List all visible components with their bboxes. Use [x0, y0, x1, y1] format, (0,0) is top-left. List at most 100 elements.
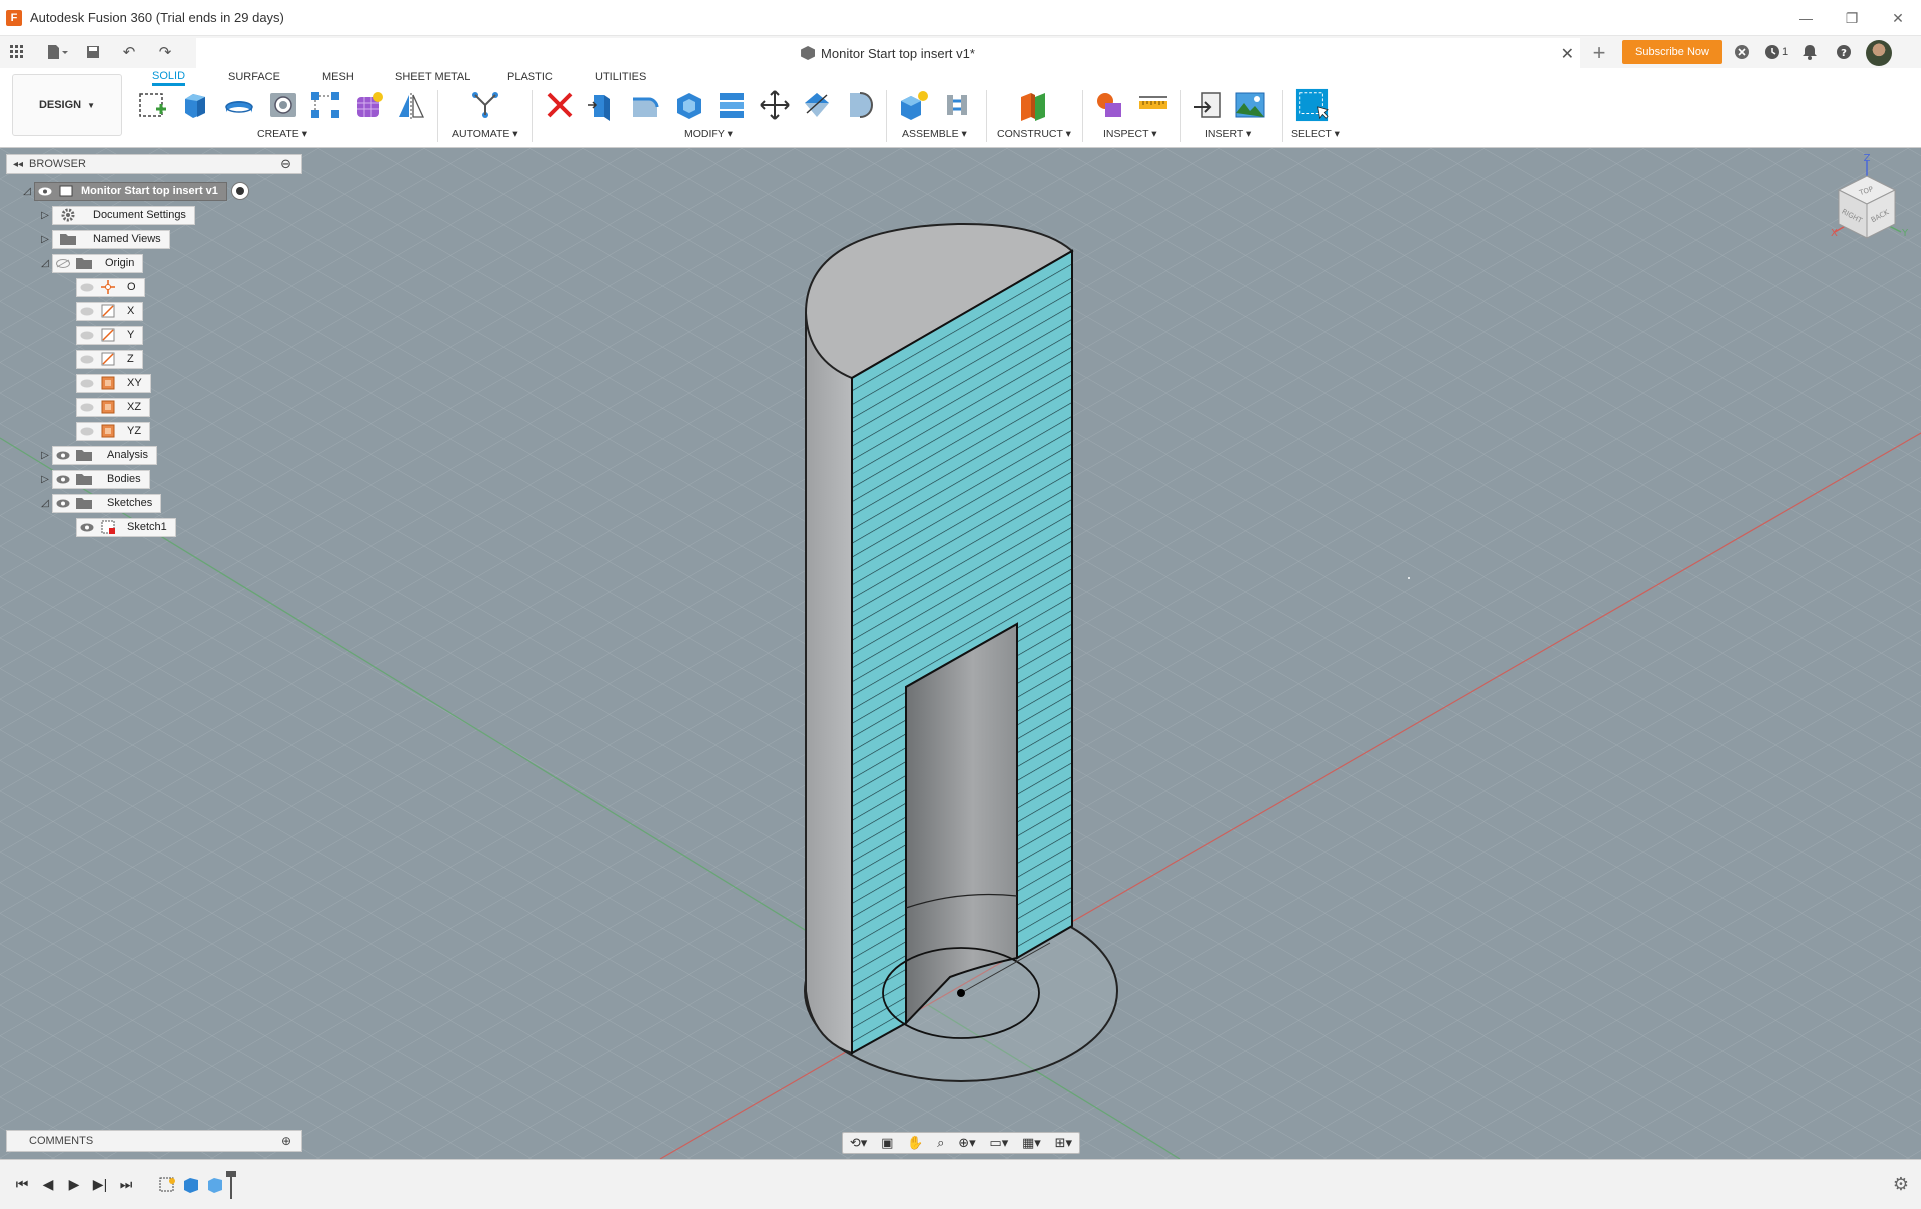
step-forward-icon[interactable]: ▶| [88, 1173, 112, 1197]
browser-item-sketches[interactable]: ◿ Sketches [38, 493, 162, 513]
tree-node[interactable]: O [76, 277, 145, 297]
timeline-extrude-icon[interactable] [180, 1174, 202, 1196]
eye-hidden-icon[interactable] [77, 427, 97, 436]
mirror-icon[interactable] [394, 88, 428, 122]
browser-item-z-axis[interactable]: Z [76, 349, 143, 369]
eye-hidden-icon[interactable] [77, 355, 97, 364]
expand-toggle-icon[interactable]: ▷ [38, 472, 52, 486]
close-tab-icon[interactable]: ✕ [1561, 44, 1574, 64]
browser-item-analysis[interactable]: ▷ Analysis [38, 445, 157, 465]
expand-toggle-icon[interactable]: ▷ [38, 232, 52, 246]
create-form-icon[interactable] [352, 88, 386, 122]
shell-icon[interactable] [672, 88, 706, 122]
eye-hidden-icon[interactable] [77, 379, 97, 388]
canvas-icon[interactable] [1233, 88, 1267, 122]
construct-group-label[interactable]: CONSTRUCT ▾ [997, 128, 1071, 140]
browser-item-origin[interactable]: ◿ Origin [38, 253, 144, 273]
eye-hidden-icon[interactable] [77, 403, 97, 412]
tab-solid[interactable]: SOLID [152, 68, 186, 86]
add-comment-icon[interactable]: ⊕ [281, 1134, 291, 1148]
origin-point[interactable] [957, 989, 965, 997]
joint-icon[interactable] [940, 88, 974, 122]
extrude-icon[interactable] [178, 88, 212, 122]
viewports-icon[interactable]: ⊞▾ [1055, 1135, 1072, 1151]
select-group-label[interactable]: SELECT ▾ [1291, 128, 1340, 140]
display-settings-icon[interactable]: ▭▾ [989, 1135, 1008, 1151]
tab-plastic[interactable]: PLASTIC [507, 68, 553, 86]
modify-group-label[interactable]: MODIFY ▾ [684, 128, 733, 140]
interference-icon[interactable] [1092, 88, 1126, 122]
go-to-start-icon[interactable]: ⏮ [10, 1173, 34, 1197]
eye-icon[interactable] [53, 451, 73, 460]
viewcube[interactable]: Z X Y TOP RIGHT BACK [1805, 150, 1915, 260]
expand-toggle-icon[interactable]: ▷ [38, 208, 52, 222]
document-tab[interactable]: Monitor Start top insert v1* ✕ [196, 38, 1580, 68]
automate-group-label[interactable]: AUTOMATE ▾ [452, 128, 518, 140]
look-at-icon[interactable]: ▣ [881, 1135, 893, 1151]
tree-node[interactable]: YZ [76, 421, 151, 441]
extensions-icon[interactable] [1730, 40, 1754, 64]
timeline-settings-gear-icon[interactable]: ⚙ [1893, 1174, 1909, 1195]
browser-item-x-axis[interactable]: X [76, 301, 144, 321]
notifications-icon[interactable] [1798, 40, 1822, 64]
create-sketch-icon[interactable] [136, 88, 170, 122]
eye-hidden-icon[interactable] [77, 283, 97, 292]
fillet-icon[interactable] [628, 88, 662, 122]
orbit-icon[interactable]: ⟲▾ [850, 1135, 867, 1151]
combine-icon[interactable] [715, 88, 749, 122]
split-face-icon[interactable] [800, 88, 834, 122]
play-icon[interactable]: ▶ [62, 1173, 86, 1197]
3d-viewport[interactable] [0, 148, 1921, 1159]
tree-node[interactable]: XY [76, 373, 151, 393]
expand-toggle-icon[interactable]: ◿ [38, 256, 52, 270]
offset-plane-icon[interactable] [1016, 88, 1050, 122]
viewport-canvas[interactable] [0, 148, 1921, 1159]
timeline-extrude-icon[interactable] [204, 1174, 226, 1196]
automate-icon[interactable] [468, 88, 502, 122]
file-menu-icon[interactable] [44, 39, 70, 65]
browser-panel-header[interactable]: ◂◂ BROWSER ⊖ [6, 154, 302, 174]
undo-icon[interactable]: ↶ [116, 39, 142, 65]
tree-node[interactable]: Bodies [52, 469, 150, 489]
measure-icon[interactable] [1136, 88, 1170, 122]
workspace-switcher[interactable]: DESIGN ▼ [12, 74, 122, 136]
tree-node[interactable]: Sketch1 [76, 517, 176, 537]
new-tab-button[interactable]: + [1586, 40, 1612, 66]
app-grid-icon[interactable] [4, 39, 30, 65]
comments-panel-header[interactable]: COMMENTS ⊕ [6, 1130, 302, 1152]
delete-icon[interactable] [543, 88, 577, 122]
tree-node[interactable]: Analysis [52, 445, 157, 465]
outer-cylindrical-face[interactable] [805, 312, 853, 1055]
tree-node[interactable]: XZ [76, 397, 151, 417]
browser-item-bodies[interactable]: ▷ Bodies [38, 469, 150, 489]
eye-hidden-icon[interactable] [77, 307, 97, 316]
hole-icon[interactable] [266, 88, 300, 122]
expand-toggle-icon[interactable]: ◿ [20, 184, 34, 198]
move-copy-icon[interactable] [758, 88, 792, 122]
tree-node[interactable]: Named Views [52, 229, 170, 249]
eye-icon[interactable] [77, 523, 97, 532]
cylinder-body[interactable] [804, 222, 1118, 1082]
tab-surface[interactable]: SURFACE [228, 68, 280, 86]
save-icon[interactable] [80, 39, 106, 65]
tree-node[interactable]: Origin [52, 253, 144, 273]
browser-item-xy-plane[interactable]: XY [76, 373, 151, 393]
fit-icon[interactable]: ⊕▾ [958, 1135, 975, 1151]
browser-item-y-axis[interactable]: Y [76, 325, 144, 345]
browser-item-sketch1[interactable]: Sketch1 [76, 517, 176, 537]
minimize-icon[interactable]: — [1783, 0, 1829, 36]
pan-icon[interactable]: ✋ [907, 1135, 923, 1151]
zoom-icon[interactable]: ⌕ [937, 1135, 944, 1151]
new-component-icon[interactable] [896, 88, 930, 122]
tab-mesh[interactable]: MESH [322, 68, 354, 86]
select-icon[interactable] [1295, 88, 1329, 122]
browser-item-document-settings[interactable]: ▷ Document Settings [38, 205, 195, 225]
eye-icon[interactable] [35, 187, 55, 196]
collapse-panel-icon[interactable]: ◂◂ [13, 159, 23, 170]
tree-node[interactable]: Z [76, 349, 143, 369]
tree-node[interactable]: Sketches [52, 493, 162, 513]
job-status-icon[interactable]: 1 [1764, 40, 1788, 64]
timeline-sketch-icon[interactable] [156, 1174, 178, 1196]
pattern-icon[interactable] [308, 88, 342, 122]
user-avatar[interactable] [1866, 40, 1893, 66]
